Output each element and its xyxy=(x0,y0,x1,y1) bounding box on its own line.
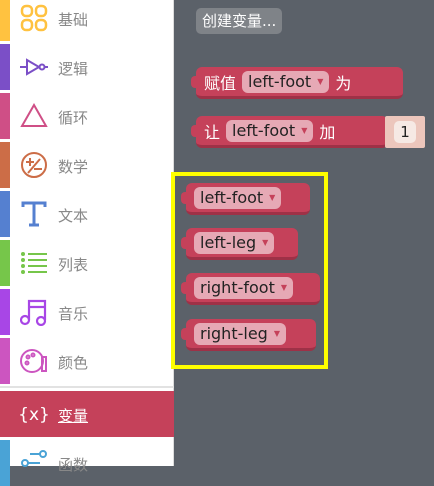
variable-block-left-foot[interactable]: left-foot ▼ xyxy=(181,183,310,215)
list-icon xyxy=(21,252,47,274)
math-plus-minus-icon xyxy=(21,152,47,178)
recycle-loop-icon xyxy=(20,102,48,127)
category-color-strip xyxy=(0,44,10,90)
category-math[interactable]: 数学 xyxy=(0,142,174,188)
category-label: 变量 xyxy=(58,407,89,425)
dropdown-value: left-leg xyxy=(200,232,257,252)
set-variable-block[interactable]: 赋值 left-foot ▼ 为 xyxy=(191,67,403,99)
category-variables[interactable]: {x} 变量 xyxy=(0,391,174,437)
dropdown-arrow-icon: ▼ xyxy=(280,282,288,292)
category-text[interactable]: 文本 xyxy=(0,191,174,237)
music-note-icon xyxy=(20,299,47,326)
category-functions[interactable]: 函数 xyxy=(0,440,174,486)
logic-gate-icon xyxy=(20,58,48,76)
category-loops[interactable]: 循环 xyxy=(0,93,174,139)
category-label: 基础 xyxy=(58,11,89,29)
create-variable-button[interactable]: 创建变量... xyxy=(196,8,283,34)
dropdown-value: right-leg xyxy=(200,323,268,343)
category-lists[interactable]: 列表 xyxy=(0,240,174,286)
variable-braces-icon: {x} xyxy=(20,405,48,425)
category-label: 列表 xyxy=(58,256,89,274)
dropdown-value: left-foot xyxy=(200,187,264,207)
dropdown-value: left-foot xyxy=(248,71,312,91)
category-music[interactable]: 音乐 xyxy=(0,289,174,335)
variable-dropdown[interactable]: left-foot ▼ xyxy=(194,186,282,209)
category-color-strip xyxy=(0,338,10,384)
dropdown-arrow-icon: ▼ xyxy=(317,76,324,86)
category-color-strip xyxy=(0,93,10,139)
category-separator xyxy=(0,386,174,388)
category-color-strip xyxy=(0,0,10,41)
category-color-strip xyxy=(0,240,10,286)
dropdown-arrow-icon: ▼ xyxy=(301,125,308,135)
number-block[interactable]: 1 xyxy=(385,116,425,148)
category-color-strip xyxy=(0,191,10,237)
category-logic[interactable]: 逻辑 xyxy=(0,44,174,90)
variable-block-left-leg[interactable]: left-leg ▼ xyxy=(181,228,298,260)
variable-dropdown[interactable]: right-leg ▼ xyxy=(194,322,286,345)
category-color-strip xyxy=(0,289,10,335)
grid-icon xyxy=(20,4,48,32)
category-color-strip xyxy=(0,440,10,486)
category-sidebar: 基础 逻辑 循环 数学 文本 列表 音乐 颜色 {x} 变量 函数 xyxy=(0,0,174,486)
number-input[interactable]: 1 xyxy=(394,121,416,143)
category-label: 文本 xyxy=(58,207,89,225)
palette-icon xyxy=(20,349,47,373)
variable-dropdown[interactable]: right-foot ▼ xyxy=(194,276,294,299)
variable-block-right-foot[interactable]: right-foot ▼ xyxy=(181,273,320,305)
dropdown-arrow-icon: ▼ xyxy=(273,328,280,338)
change-variable-block[interactable]: 让 left-foot ▼ 加 xyxy=(191,116,388,148)
svg-text:{x}: {x} xyxy=(20,405,48,425)
category-label: 函数 xyxy=(58,456,89,474)
function-icon xyxy=(21,450,47,467)
category-basic[interactable]: 基础 xyxy=(0,0,174,41)
variable-dropdown[interactable]: left-foot ▼ xyxy=(226,119,314,142)
block-label: 让 xyxy=(204,122,221,142)
category-label: 颜色 xyxy=(58,354,89,372)
category-color[interactable]: 颜色 xyxy=(0,338,174,384)
variable-block-right-leg[interactable]: right-leg ▼ xyxy=(181,319,316,351)
category-label: 循环 xyxy=(58,109,89,127)
category-color-strip xyxy=(0,142,10,188)
category-label: 数学 xyxy=(58,158,89,176)
category-label: 逻辑 xyxy=(58,60,89,78)
block-label: 为 xyxy=(335,73,352,93)
dropdown-value: right-foot xyxy=(200,277,275,297)
variable-dropdown[interactable]: left-foot ▼ xyxy=(242,70,330,93)
block-label: 赋值 xyxy=(204,73,237,93)
dropdown-value: left-foot xyxy=(232,120,296,140)
text-t-icon xyxy=(21,201,47,227)
variable-dropdown[interactable]: left-leg ▼ xyxy=(194,231,275,254)
dropdown-arrow-icon: ▼ xyxy=(269,192,276,202)
dropdown-arrow-icon: ▼ xyxy=(262,237,269,247)
category-label: 音乐 xyxy=(58,305,89,323)
block-label: 加 xyxy=(319,122,336,142)
